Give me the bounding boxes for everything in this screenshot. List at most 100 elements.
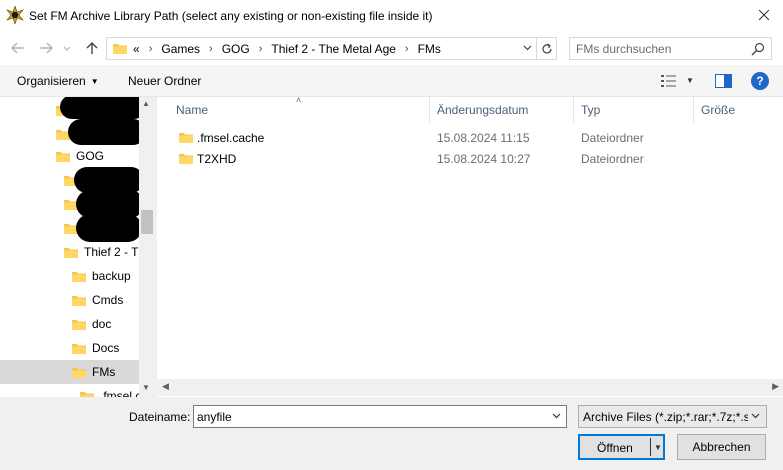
open-button-label: Öffnen <box>597 441 633 455</box>
scroll-down-icon[interactable]: ▼ <box>142 383 150 392</box>
forward-button[interactable] <box>37 39 55 57</box>
help-icon[interactable]: ? <box>751 72 769 90</box>
arrow-right-icon <box>40 42 53 54</box>
close-button[interactable] <box>751 3 777 27</box>
open-options-dropdown-icon[interactable]: ▼ <box>654 443 662 452</box>
search-input[interactable] <box>576 38 746 59</box>
split-divider <box>650 438 651 456</box>
file-date: 15.08.2024 11:15 <box>437 131 530 145</box>
breadcrumb-thief2[interactable]: Thief 2 - The Metal Age <box>271 42 396 56</box>
scroll-left-icon[interactable]: ◀ <box>162 381 169 392</box>
file-type: Dateiordner <box>581 131 644 145</box>
scroll-thumb[interactable] <box>141 210 153 234</box>
breadcrumb-separator-icon[interactable]: › <box>259 43 263 55</box>
arrow-left-icon <box>11 42 24 54</box>
file-row[interactable]: .fmsel.cache 15.08.2024 11:15 Dateiordne… <box>177 128 737 148</box>
column-header-label: Änderungsdatum <box>437 103 529 117</box>
folder-icon <box>72 343 86 354</box>
column-header-date[interactable]: Änderungsdatum <box>437 97 577 123</box>
breadcrumb-separator-icon[interactable]: › <box>149 43 153 55</box>
folder-icon <box>64 247 78 258</box>
up-button[interactable] <box>83 39 101 57</box>
folder-icon <box>179 133 193 143</box>
file-type-filter-value: Archive Files (*.zip;*.rar;*.7z;*.ss <box>583 410 748 424</box>
folder-icon <box>72 319 86 330</box>
filename-combobox[interactable] <box>193 405 567 428</box>
tree-item-label: Docs <box>92 341 120 355</box>
app-icon <box>6 6 24 24</box>
redaction-mark <box>76 214 142 242</box>
title-bar: Set FM Archive Library Path (select any … <box>0 0 783 31</box>
breadcrumb-separator-icon[interactable]: › <box>209 43 213 55</box>
breadcrumb-fms[interactable]: FMs <box>418 42 441 56</box>
new-folder-button[interactable]: Neuer Ordner <box>128 74 201 88</box>
column-header-label: Größe <box>701 103 736 117</box>
scroll-up-icon[interactable]: ▲ <box>142 99 150 108</box>
folder-icon <box>72 295 86 306</box>
column-divider[interactable] <box>429 97 430 123</box>
column-divider[interactable] <box>573 97 574 123</box>
breadcrumb: « › Games › GOG › Thief 2 - The Metal Ag… <box>133 42 441 56</box>
breadcrumb-games[interactable]: Games <box>161 42 200 56</box>
filename-input[interactable] <box>197 406 542 427</box>
new-folder-label: Neuer Ordner <box>128 74 202 88</box>
close-icon <box>758 9 770 21</box>
column-header-size[interactable]: Größe <box>701 97 771 123</box>
refresh-icon <box>541 43 552 53</box>
window-title: Set FM Archive Library Path (select any … <box>29 9 433 23</box>
column-divider[interactable] <box>693 97 694 123</box>
cancel-button[interactable]: Abbrechen <box>677 434 766 460</box>
tree-item-label: doc <box>92 317 112 331</box>
preview-pane-icon[interactable] <box>715 74 732 88</box>
folder-icon <box>72 271 86 282</box>
organize-label: Organisieren <box>17 74 86 88</box>
open-button[interactable]: Öffnen ▼ <box>578 434 665 460</box>
view-options-icon[interactable] <box>661 74 677 88</box>
list-horizontal-scrollbar[interactable]: ◀ ▶ <box>157 379 783 396</box>
tree-item-gog[interactable]: GOG <box>0 144 139 168</box>
search-box[interactable] <box>569 37 772 60</box>
tree-item-backup[interactable]: backup <box>0 264 139 288</box>
file-type-filter-select[interactable]: Archive Files (*.zip;*.rar;*.7z;*.ss <box>578 405 767 428</box>
organize-menu-button[interactable]: Organisieren ▼ <box>17 74 99 88</box>
chevron-down-icon <box>63 46 71 51</box>
tree-item-fms[interactable]: FMs <box>0 360 139 384</box>
view-dropdown-icon[interactable]: ▼ <box>686 76 694 85</box>
command-toolbar: Organisieren ▼ Neuer Ordner ▼ ? <box>0 65 783 97</box>
breadcrumb-gog[interactable]: GOG <box>222 42 250 56</box>
filename-label: Dateiname: <box>129 410 191 424</box>
back-button[interactable] <box>9 39 27 57</box>
tree-item-label: GOG <box>76 149 105 163</box>
tree-item-label: FMs <box>92 365 116 379</box>
tree-item-docs[interactable]: Docs <box>0 336 139 360</box>
search-icon[interactable] <box>751 42 765 56</box>
tree-item-label: backup <box>92 269 131 283</box>
chevron-down-icon <box>751 411 760 421</box>
file-name: .fmsel.cache <box>197 131 265 145</box>
redaction-mark <box>60 97 146 119</box>
tree-item-thief2[interactable]: Thief 2 - Th <box>0 240 139 264</box>
tree-item-doc[interactable]: doc <box>0 312 139 336</box>
scroll-right-icon[interactable]: ▶ <box>772 381 779 392</box>
tree-item-label: .fmsel.c <box>100 389 139 397</box>
breadcrumb-separator-icon[interactable]: › <box>405 43 409 55</box>
refresh-button[interactable] <box>536 38 556 59</box>
tree-item-label: Cmds <box>92 293 124 307</box>
column-header-label: Typ <box>581 103 601 117</box>
tree-item-cmds[interactable]: Cmds <box>0 288 139 312</box>
recent-locations-button[interactable] <box>62 39 72 57</box>
address-history-dropdown[interactable] <box>523 43 532 54</box>
arrow-up-icon <box>86 42 98 54</box>
chevron-down-icon[interactable] <box>552 411 561 421</box>
navigation-tree: GOG Thief 2 - Th backup Cmds doc Docs FM… <box>0 97 155 397</box>
tree-item-fmsel[interactable]: .fmsel.c <box>0 384 139 397</box>
chevron-down-icon <box>523 45 532 51</box>
column-header-name[interactable]: Name <box>176 97 426 123</box>
column-header-type[interactable]: Typ <box>581 97 691 123</box>
breadcrumb-overflow[interactable]: « <box>133 42 140 56</box>
file-row[interactable]: T2XHD 15.08.2024 10:27 Dateiordner <box>177 149 737 169</box>
address-bar[interactable]: « › Games › GOG › Thief 2 - The Metal Ag… <box>106 37 557 60</box>
column-header-label: Name <box>176 103 209 117</box>
tree-scrollbar[interactable]: ▲ ▼ <box>139 97 155 397</box>
file-list: ˄ Name Änderungsdatum Typ Größe .fmsel.c… <box>157 95 783 397</box>
